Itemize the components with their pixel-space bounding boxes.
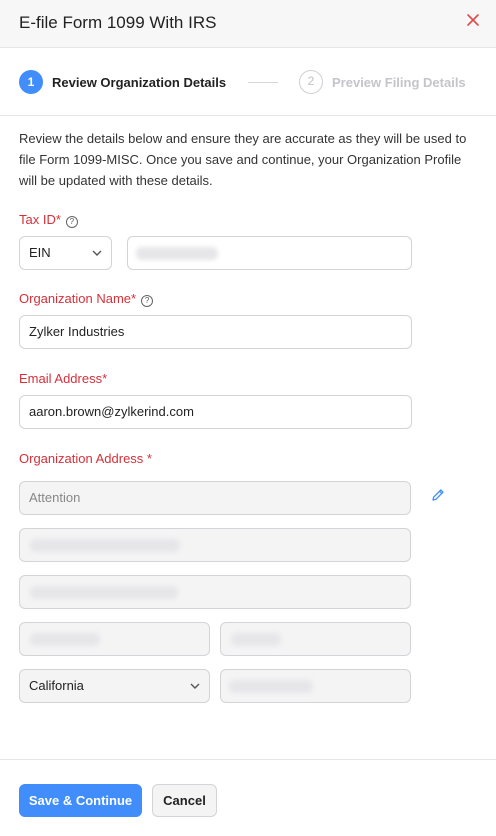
modal-footer: Save & Continue Cancel (0, 759, 496, 836)
city-input[interactable] (19, 622, 210, 656)
chevron-down-icon (92, 250, 102, 256)
street-2-input[interactable] (19, 575, 411, 609)
email-input[interactable]: aaron.brown@zylkerind.com (19, 395, 412, 429)
progress-stepper: 1 Review Organization Details 2 Preview … (0, 48, 496, 116)
state-value: California (29, 678, 84, 693)
modal-title: E-file Form 1099 With IRS (19, 13, 217, 32)
org-name-value: Zylker Industries (29, 324, 125, 339)
street-1-input[interactable] (19, 528, 411, 562)
step-1-number: 1 (19, 70, 43, 94)
org-name-label: Organization Name* (19, 291, 137, 306)
attention-placeholder: Attention (29, 490, 81, 505)
close-icon[interactable] (466, 13, 480, 27)
state-select[interactable]: California (19, 669, 210, 703)
tax-id-label: Tax ID* (19, 212, 61, 227)
tax-id-type-value: EIN (29, 245, 51, 260)
step-2-label: Preview Filing Details (332, 75, 466, 90)
redacted-tax-id (136, 247, 218, 260)
attention-input[interactable]: Attention (19, 481, 411, 515)
modal-header: E-file Form 1099 With IRS (0, 0, 496, 48)
form-description: Review the details below and ensure they… (19, 131, 467, 188)
redacted-zip (231, 633, 281, 646)
step-2-number: 2 (299, 70, 323, 94)
org-address-label: Organization Address * (19, 451, 152, 466)
save-continue-button[interactable]: Save & Continue (19, 784, 142, 817)
tax-id-label-row: Tax ID*? (19, 212, 78, 228)
phone-input[interactable] (220, 669, 411, 703)
chevron-down-icon (190, 683, 200, 689)
email-label: Email Address* (19, 371, 108, 386)
help-circle-icon[interactable]: ? (141, 295, 154, 307)
tax-id-input[interactable] (127, 236, 412, 270)
redacted-phone (229, 680, 313, 693)
pencil-icon[interactable] (430, 487, 446, 503)
step-1-label: Review Organization Details (52, 75, 227, 90)
redacted-street-2 (30, 586, 178, 599)
help-circle-icon[interactable]: ? (65, 216, 78, 228)
step-connector (248, 82, 278, 83)
email-value: aaron.brown@zylkerind.com (29, 404, 194, 419)
cancel-button[interactable]: Cancel (152, 784, 217, 817)
org-name-input[interactable]: Zylker Industries (19, 315, 412, 349)
redacted-city (30, 633, 100, 646)
org-name-label-row: Organization Name*? (19, 291, 154, 307)
zip-input[interactable] (220, 622, 411, 656)
redacted-street-1 (30, 539, 180, 552)
tax-id-type-select[interactable]: EIN (19, 236, 112, 270)
